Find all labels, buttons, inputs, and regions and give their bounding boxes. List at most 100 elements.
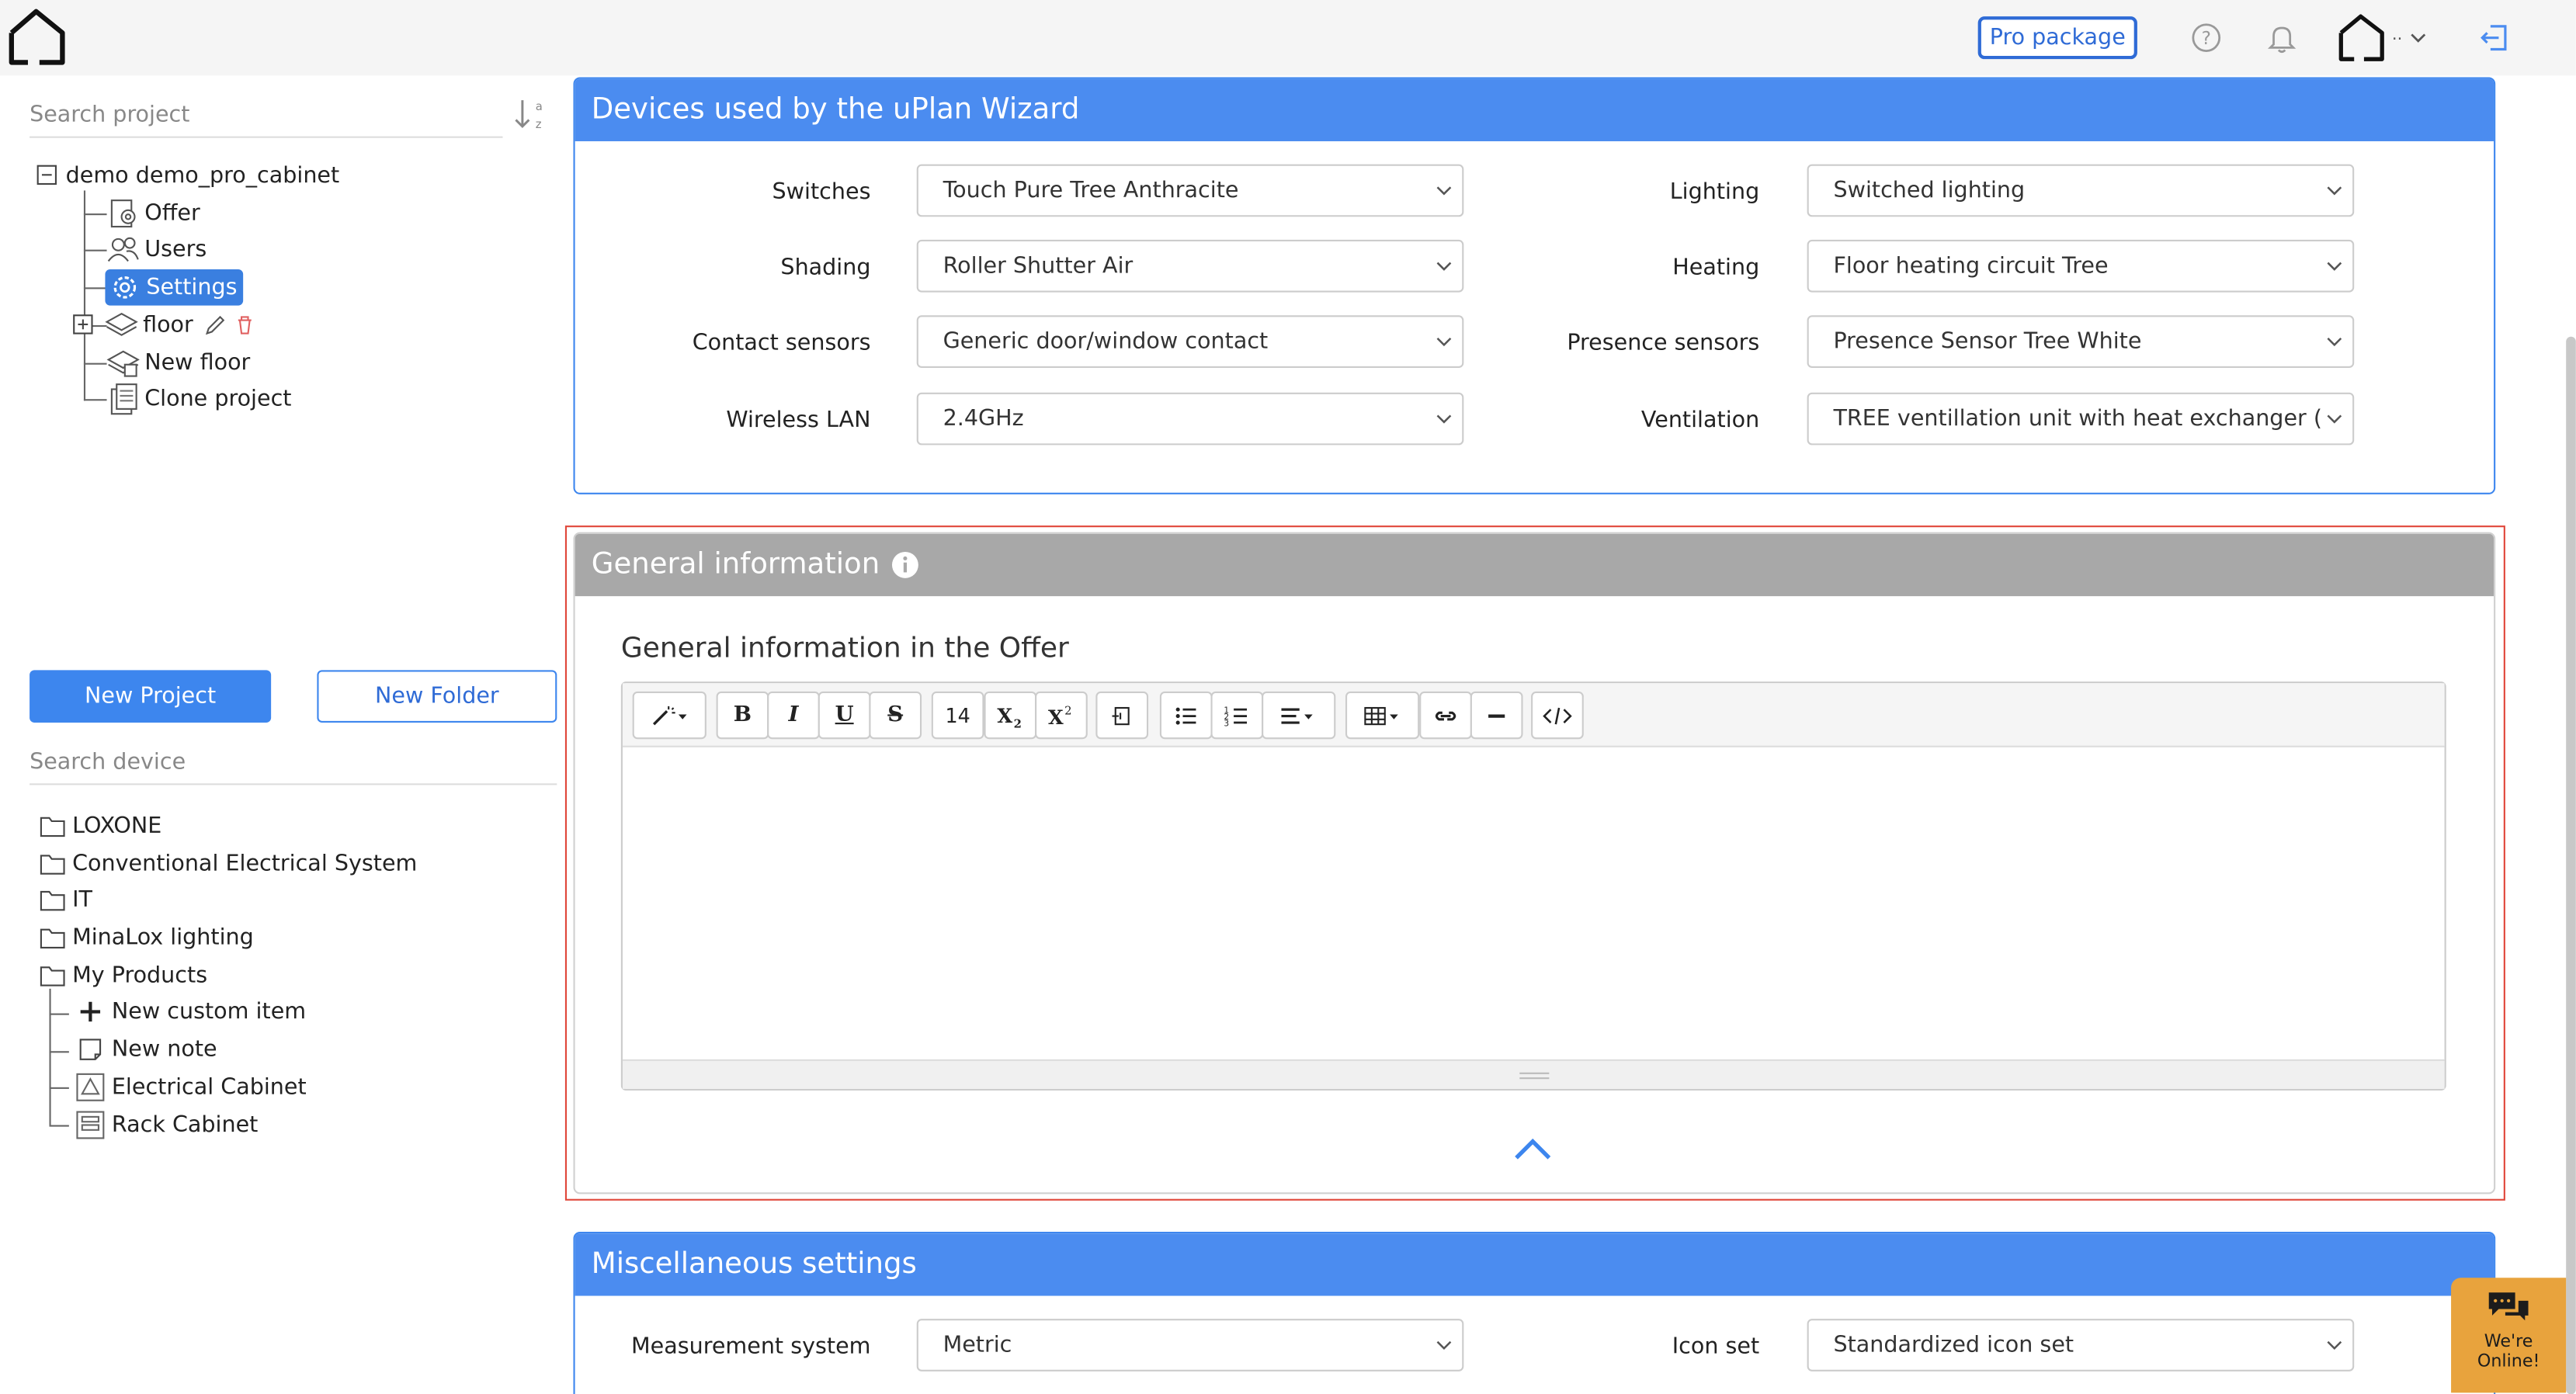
shading-label: Shading (780, 254, 871, 281)
wireless-lan-select[interactable]: 2.4GHz (916, 392, 1464, 446)
underline-button[interactable]: U (818, 691, 871, 740)
chat-widget-button[interactable]: We're Online! (2451, 1278, 2567, 1393)
tree-item-offer[interactable]: Offer (107, 197, 200, 230)
tree-item-label: New floor (144, 349, 251, 376)
device-folder-minalox[interactable]: MinaLox lighting (40, 921, 254, 954)
delete-trash-icon[interactable] (233, 314, 256, 337)
sort-az-icon[interactable]: a z (512, 95, 545, 135)
shading-select[interactable]: Roller Shutter Air (916, 239, 1464, 293)
bullet-list-button[interactable] (1159, 691, 1213, 740)
font-size-button[interactable]: 14 (931, 691, 984, 740)
tree-item-new-floor[interactable]: New floor (106, 346, 251, 379)
measurement-system-select[interactable]: Metric (916, 1319, 1464, 1371)
tree-line (83, 399, 107, 401)
superscript-button[interactable]: X2 (1035, 691, 1088, 740)
align-icon (1280, 707, 1312, 723)
device-folder-conventional[interactable]: Conventional Electrical System (40, 848, 418, 880)
table-button[interactable] (1345, 691, 1420, 740)
tree-item-settings[interactable]: Settings (105, 269, 244, 306)
tree-item-label: floor (143, 312, 193, 338)
tree-item-new-note[interactable]: New note (75, 1033, 217, 1066)
chevron-down-icon (2327, 337, 2342, 347)
chevron-down-icon[interactable] (2408, 26, 2428, 50)
lighting-label: Lighting (1669, 179, 1760, 206)
logout-icon[interactable] (2477, 19, 2514, 56)
page-scrollbar[interactable] (2566, 336, 2576, 1394)
code-view-button[interactable] (1531, 691, 1584, 740)
svg-text:X: X (997, 703, 1012, 726)
editor-resize-bar[interactable] (622, 1059, 2445, 1089)
bell-icon[interactable] (2264, 19, 2300, 56)
folder-label: My Products (72, 962, 208, 989)
folder-label: MinaLox lighting (72, 924, 254, 952)
lighting-select[interactable]: Switched lighting (1807, 164, 2355, 217)
svg-text:3: 3 (1224, 718, 1229, 727)
editor-toolbar: B I U S 14 X2 X2 123 (622, 683, 2445, 747)
tree-item-label: Offer (144, 200, 200, 227)
switches-select[interactable]: Touch Pure Tree Anthracite (916, 164, 1464, 217)
device-folder-loxone[interactable]: LOXONE (40, 810, 161, 842)
select-value: Floor heating circuit Tree (1833, 252, 2109, 279)
folder-icon (40, 928, 65, 948)
magic-wand-icon (651, 705, 686, 725)
folder-icon (40, 966, 65, 987)
user-avatar-icon[interactable] (2336, 12, 2389, 64)
chat-bubble-icon (2488, 1292, 2529, 1321)
offer-icon (110, 199, 136, 228)
icon-set-select[interactable]: Standardized icon set (1807, 1319, 2355, 1371)
presence-sensors-label: Presence sensors (1567, 330, 1760, 357)
select-value: Generic door/window contact (943, 328, 1269, 355)
top-bar: Pro package ? .. (0, 0, 2576, 76)
pro-package-button[interactable]: Pro package (1977, 16, 2137, 60)
new-project-button[interactable]: New Project (30, 670, 272, 723)
tree-line (49, 1087, 69, 1089)
chevron-down-icon (2327, 186, 2342, 196)
link-icon (1435, 710, 1456, 720)
tree-item-rack-cabinet[interactable]: Rack Cabinet (75, 1108, 258, 1141)
presence-sensors-select[interactable]: Presence Sensor Tree White (1807, 315, 2355, 368)
align-button[interactable] (1262, 691, 1336, 740)
tree-item-clone-project[interactable]: Clone project (107, 383, 292, 415)
clear-format-button[interactable] (1095, 691, 1149, 740)
tree-line (49, 988, 51, 1125)
tree-item-new-custom-item[interactable]: New custom item (75, 995, 306, 1028)
superscript-icon: X2 (1048, 703, 1072, 728)
layers-icon (105, 312, 138, 336)
numbered-list-button[interactable]: 123 (1210, 691, 1264, 740)
tree-line (83, 249, 107, 251)
collapse-icon[interactable] (36, 165, 60, 188)
edit-pencil-icon[interactable] (203, 314, 226, 337)
tree-item-label: Clone project (144, 386, 292, 413)
plus-icon (80, 1001, 101, 1022)
project-root-label: demo demo_pro_cabinet (65, 162, 340, 189)
ventilation-select[interactable]: TREE ventillation unit with heat exchang… (1807, 392, 2355, 446)
help-icon[interactable]: ? (2189, 19, 2225, 56)
chevron-up-icon[interactable] (1512, 1133, 1554, 1166)
expand-icon[interactable] (72, 314, 95, 337)
tree-line (49, 1013, 69, 1015)
contact-sensors-select[interactable]: Generic door/window contact (916, 315, 1464, 368)
svg-text:X: X (1048, 705, 1064, 728)
horizontal-rule-button[interactable] (1470, 691, 1523, 740)
device-folder-it[interactable]: IT (40, 883, 92, 916)
resize-grip-icon[interactable] (1519, 1072, 1550, 1080)
tree-item-floor[interactable]: floor (72, 309, 255, 342)
link-button[interactable] (1419, 691, 1472, 740)
editor-content-area[interactable] (623, 749, 2445, 1061)
home-logo-icon[interactable] (6, 6, 68, 68)
device-folder-my-products[interactable]: My Products (40, 959, 207, 992)
info-icon[interactable] (890, 550, 919, 580)
rich-text-editor[interactable]: B I U S 14 X2 X2 123 (620, 681, 2446, 1091)
italic-button[interactable]: I (767, 691, 820, 740)
new-folder-button[interactable]: New Folder (317, 670, 557, 723)
project-root[interactable]: demo demo_pro_cabinet (36, 159, 340, 192)
tree-item-users[interactable]: Users (107, 233, 207, 265)
tree-item-electrical-cabinet[interactable]: Electrical Cabinet (75, 1071, 307, 1104)
search-project-input[interactable]: Search project (30, 92, 503, 138)
heating-select[interactable]: Floor heating circuit Tree (1807, 239, 2355, 293)
subscript-button[interactable]: X2 (984, 691, 1037, 740)
strikethrough-button[interactable]: S (869, 691, 922, 740)
style-button[interactable] (632, 691, 706, 740)
search-device-input[interactable]: Search device (30, 739, 557, 785)
bold-button[interactable]: B (716, 691, 769, 740)
